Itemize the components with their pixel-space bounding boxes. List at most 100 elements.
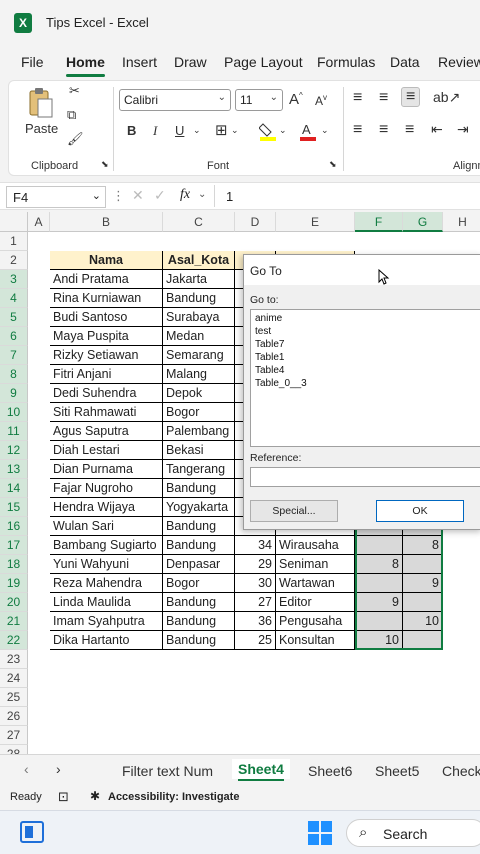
font-launcher-icon[interactable]: ⬊	[329, 159, 337, 170]
table-cell[interactable]: Agus Saputra	[50, 422, 163, 441]
table-cell[interactable]: Wartawan	[276, 574, 355, 593]
table-cell[interactable]: Siti Rahmawati	[50, 403, 163, 422]
tab-draw[interactable]: Draw	[174, 54, 207, 70]
sheet-tab-active[interactable]: Sheet4	[232, 759, 290, 781]
table-cell[interactable]: Tangerang	[163, 460, 235, 479]
row-header[interactable]: 21	[0, 612, 28, 631]
scroll-left-icon[interactable]: ‹	[24, 761, 29, 777]
table-cell[interactable]: Bandung	[163, 479, 235, 498]
table-cell[interactable]: Bambang Sugiarto	[50, 536, 163, 555]
column-header[interactable]: E	[276, 212, 355, 232]
formula-input[interactable]: 1	[226, 189, 233, 204]
select-all-button[interactable]	[0, 212, 28, 232]
underline-button[interactable]: U	[175, 123, 184, 138]
sheet-tab[interactable]: Filter text Num	[122, 763, 213, 779]
table-cell[interactable]: Reza Mahendra	[50, 574, 163, 593]
row-header[interactable]: 17	[0, 536, 28, 555]
column-header[interactable]: H	[443, 212, 480, 232]
column-header[interactable]: B	[50, 212, 163, 232]
row-header[interactable]: 16	[0, 517, 28, 536]
table-cell[interactable]: Fajar Nugroho	[50, 479, 163, 498]
row-header[interactable]: 14	[0, 479, 28, 498]
chevron-down-icon[interactable]: ⌄	[193, 125, 201, 136]
table-cell[interactable]: 29	[235, 555, 276, 574]
sheet-tab[interactable]: Sheet5	[375, 763, 419, 779]
table-cell[interactable]: Yogyakarta	[163, 498, 235, 517]
row-header[interactable]: 13	[0, 460, 28, 479]
copy-icon[interactable]: ⧉	[67, 107, 76, 123]
font-name-select[interactable]: Calibri ⌄	[119, 89, 231, 111]
cancel-icon[interactable]: ✕	[132, 187, 144, 204]
table-cell[interactable]: Dedi Suhendra	[50, 384, 163, 403]
table-cell[interactable]: 34	[235, 536, 276, 555]
align-top-icon[interactable]: ≡	[353, 89, 362, 107]
list-item[interactable]: Table_0__3	[255, 377, 480, 390]
table-cell[interactable]: Wirausaha	[276, 536, 355, 555]
table-cell[interactable]: Malang	[163, 365, 235, 384]
cut-icon[interactable]: ✂	[69, 83, 80, 99]
table-cell[interactable]: Medan	[163, 327, 235, 346]
table-cell[interactable]: Yuni Wahyuni	[50, 555, 163, 574]
chevron-down-icon[interactable]: ⌄	[279, 125, 287, 136]
table-cell[interactable]: Dika Hartanto	[50, 631, 163, 650]
chevron-down-icon[interactable]: ⌄	[231, 125, 239, 136]
table-cell[interactable]: Editor	[276, 593, 355, 612]
table-cell[interactable]: Hendra Wijaya	[50, 498, 163, 517]
table-cell[interactable]: Jakarta	[163, 270, 235, 289]
align-left-icon[interactable]: ≡	[353, 121, 362, 139]
ok-button[interactable]: OK	[376, 500, 464, 522]
table-cell[interactable]: Rina Kurniawan	[50, 289, 163, 308]
row-header[interactable]: 25	[0, 688, 28, 707]
table-cell[interactable]: Wulan Sari	[50, 517, 163, 536]
align-middle-icon[interactable]: ≡	[379, 89, 388, 107]
decrease-font-icon[interactable]: Av	[315, 93, 327, 108]
column-header[interactable]: G	[403, 212, 443, 232]
clipboard-launcher-icon[interactable]: ⬊	[101, 159, 109, 170]
table-cell[interactable]: 27	[235, 593, 276, 612]
tab-data[interactable]: Data	[390, 54, 420, 70]
bold-button[interactable]: B	[127, 123, 136, 138]
row-header[interactable]: 28	[0, 745, 28, 754]
row-header[interactable]: 3	[0, 270, 28, 289]
column-header[interactable]: F	[355, 212, 403, 232]
macro-recording-icon[interactable]: ⊡	[58, 789, 69, 805]
paste-button[interactable]: Paste	[25, 121, 58, 136]
table-cell[interactable]: Denpasar	[163, 555, 235, 574]
tab-home[interactable]: Home	[66, 54, 105, 77]
align-bottom-icon[interactable]: ≡	[401, 87, 421, 107]
sheet-tab[interactable]: Check	[442, 763, 480, 779]
row-header[interactable]: 1	[0, 232, 28, 251]
table-cell[interactable]: Bandung	[163, 289, 235, 308]
goto-list[interactable]: anime test Table7 Table1 Table4 Table_0_…	[250, 309, 480, 447]
row-header[interactable]: 15	[0, 498, 28, 517]
table-cell[interactable]: 25	[235, 631, 276, 650]
reference-input[interactable]	[250, 467, 480, 487]
table-cell[interactable]: Bandung	[163, 593, 235, 612]
column-header[interactable]: D	[235, 212, 276, 232]
tab-insert[interactable]: Insert	[122, 54, 157, 70]
row-header[interactable]: 8	[0, 365, 28, 384]
paste-icon[interactable]	[27, 87, 55, 119]
row-header[interactable]: 24	[0, 669, 28, 688]
row-header[interactable]: 22	[0, 631, 28, 650]
table-cell[interactable]: Diah Lestari	[50, 441, 163, 460]
row-header[interactable]: 6	[0, 327, 28, 346]
tab-file[interactable]: File	[21, 54, 44, 70]
font-size-select[interactable]: 11 ⌄	[235, 89, 283, 111]
table-cell[interactable]: Bogor	[163, 403, 235, 422]
accessibility-status[interactable]: Accessibility: Investigate	[108, 791, 239, 803]
insert-function-button[interactable]: fx	[180, 187, 190, 203]
table-cell[interactable]: Bekasi	[163, 441, 235, 460]
list-item[interactable]: anime	[255, 312, 480, 325]
windows-start-icon[interactable]	[308, 821, 332, 850]
table-cell[interactable]: Bandung	[163, 517, 235, 536]
table-cell[interactable]: Semarang	[163, 346, 235, 365]
orientation-icon[interactable]: ab↗	[433, 89, 460, 106]
increase-indent-icon[interactable]: ⇥	[457, 121, 469, 138]
tab-formulas[interactable]: Formulas	[317, 54, 375, 70]
align-center-icon[interactable]: ≡	[379, 121, 388, 139]
table-cell[interactable]: Konsultan	[276, 631, 355, 650]
table-cell[interactable]: Bogor	[163, 574, 235, 593]
row-header[interactable]: 5	[0, 308, 28, 327]
row-header[interactable]: 20	[0, 593, 28, 612]
